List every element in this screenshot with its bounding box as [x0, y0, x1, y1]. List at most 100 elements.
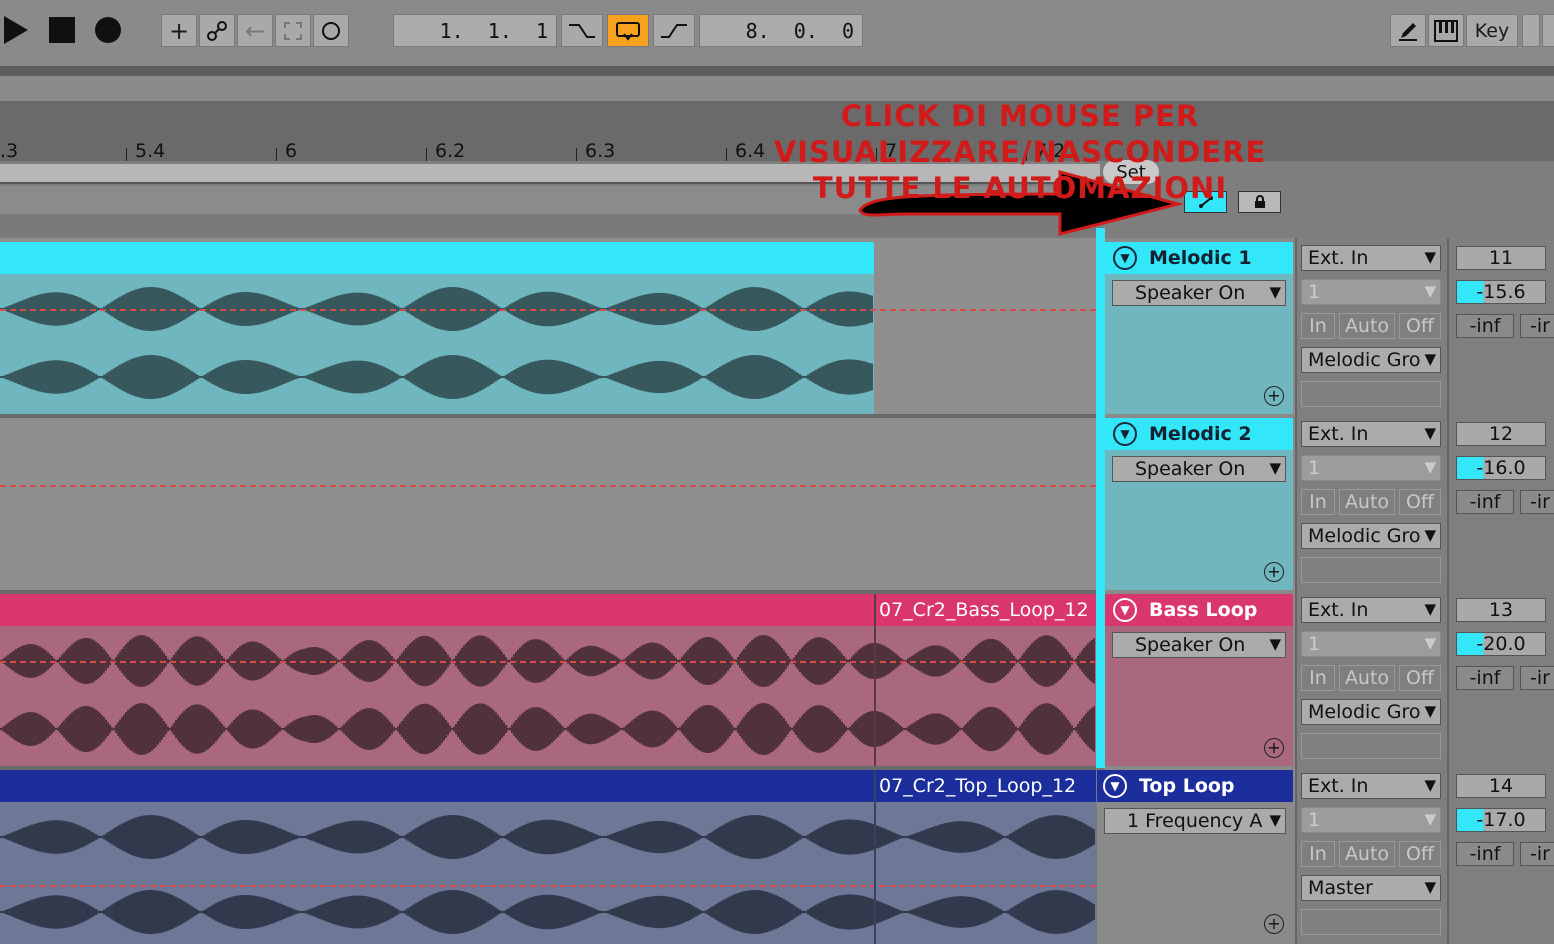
punch-in-button[interactable] [561, 14, 603, 47]
monitor-in-button[interactable]: In [1301, 313, 1335, 339]
track-pan[interactable]: -inf [1456, 314, 1514, 338]
input-channel-select[interactable]: 1 ▼ [1301, 807, 1441, 833]
track-send[interactable]: -ir [1520, 490, 1554, 514]
monitor-in-button[interactable]: In [1301, 665, 1335, 691]
record-icon[interactable] [95, 17, 121, 43]
track-pan[interactable]: -inf [1456, 490, 1514, 514]
track-header-top-loop[interactable]: ▼ Top Loop [1097, 770, 1293, 802]
punch-out-button[interactable] [653, 14, 695, 47]
output-sub-select[interactable] [1301, 381, 1441, 407]
fold-toggle-icon[interactable]: ▼ [1113, 246, 1137, 270]
track-header-melodic-2[interactable]: ▼ Melodic 2 [1105, 418, 1293, 450]
midi-keyboard-button[interactable] [1428, 14, 1464, 47]
loop-icon [616, 21, 640, 41]
monitor-off-button[interactable]: Off [1399, 313, 1441, 339]
output-sub-select[interactable] [1301, 733, 1441, 759]
capture-button[interactable] [275, 14, 311, 47]
monitor-off-button[interactable]: Off [1399, 489, 1441, 515]
loop-switch-button[interactable] [607, 14, 649, 47]
track-lane-melodic-2[interactable] [0, 418, 1096, 590]
input-channel-select[interactable]: 1 ▼ [1301, 631, 1441, 657]
track-name: Melodic 1 [1149, 247, 1252, 269]
song-position-field[interactable]: 1. 1. 1 [393, 14, 557, 47]
add-lane-icon[interactable]: + [1264, 914, 1284, 934]
dropdown-arrow-icon: ▼ [1269, 635, 1281, 653]
waveform [0, 635, 1095, 755]
add-lane-icon[interactable]: + [1264, 738, 1284, 758]
add-lane-icon[interactable]: + [1264, 562, 1284, 582]
output-select[interactable]: Melodic Gro ▼ [1301, 347, 1441, 373]
device-chooser[interactable]: Speaker On ▼ [1112, 632, 1286, 658]
clip-divider [874, 594, 876, 766]
device-chooser[interactable]: 1 Frequency A ▼ [1104, 808, 1286, 834]
transport-bar: + ← 1. 1. 1 8. 0. 0 Key [0, 0, 1554, 66]
input-type-select[interactable]: Ext. In ▼ [1301, 245, 1441, 271]
punch-out-icon [661, 23, 687, 38]
track-name: Top Loop [1139, 775, 1235, 797]
device-chooser[interactable]: Speaker On ▼ [1112, 456, 1286, 482]
track-send[interactable]: -ir [1520, 842, 1554, 866]
fold-toggle-icon[interactable]: ▼ [1103, 774, 1127, 798]
output-select[interactable]: Master ▼ [1301, 875, 1441, 901]
input-type-select[interactable]: Ext. In ▼ [1301, 421, 1441, 447]
monitor-off-button[interactable]: Off [1399, 665, 1441, 691]
add-lane-icon[interactable]: + [1264, 386, 1284, 406]
track-pan[interactable]: -inf [1456, 842, 1514, 866]
track-number[interactable]: 12 [1456, 422, 1546, 446]
waveform-path [0, 815, 1095, 859]
monitor-in-button[interactable]: In [1301, 841, 1335, 867]
monitor-auto-button[interactable]: Auto [1339, 665, 1395, 691]
dropdown-arrow-icon: ▼ [1269, 459, 1281, 477]
output-select[interactable]: Melodic Gro ▼ [1301, 523, 1441, 549]
track-send[interactable]: -ir [1520, 314, 1554, 338]
play-icon[interactable] [4, 16, 28, 44]
track-lane-bass-loop[interactable]: 07_Cr2_Bass_Loop_12 [0, 594, 1096, 766]
input-channel-select[interactable]: 1 ▼ [1301, 455, 1441, 481]
output-sub-select[interactable] [1301, 909, 1441, 935]
track-pan[interactable]: -inf [1456, 666, 1514, 690]
clip-header[interactable] [0, 242, 874, 274]
output-sub-select[interactable] [1301, 557, 1441, 583]
track-volume[interactable]: -17.0 [1456, 808, 1546, 832]
input-type-select[interactable]: Ext. In ▼ [1301, 597, 1441, 623]
loop-length-field[interactable]: 8. 0. 0 [699, 14, 863, 47]
track-volume[interactable]: -15.6 [1456, 280, 1546, 304]
track-volume[interactable]: -16.0 [1456, 456, 1546, 480]
draw-mode-button[interactable] [1390, 14, 1426, 47]
ruler-tick-label: .3 [0, 140, 19, 162]
output-name: Master [1308, 877, 1373, 899]
midi-map-button[interactable] [1542, 14, 1554, 47]
input-channel-select[interactable]: 1 ▼ [1301, 279, 1441, 305]
fold-toggle-icon[interactable]: ▼ [1113, 598, 1137, 622]
track-number[interactable]: 13 [1456, 598, 1546, 622]
stop-icon[interactable] [49, 17, 75, 43]
track-number[interactable]: 11 [1456, 246, 1546, 270]
monitor-in-button[interactable]: In [1301, 489, 1335, 515]
input-type-select[interactable]: Ext. In ▼ [1301, 773, 1441, 799]
monitor-auto-button[interactable]: Auto [1339, 489, 1395, 515]
monitor-auto-button[interactable]: Auto [1339, 841, 1395, 867]
back-to-arrangement-button[interactable]: ← [237, 14, 273, 47]
add-locator-button[interactable]: + [161, 14, 197, 47]
fold-toggle-icon[interactable]: ▼ [1113, 422, 1137, 446]
automation-arm-button[interactable] [199, 14, 235, 47]
key-map-button[interactable]: Key [1466, 14, 1518, 47]
track-header-melodic-1[interactable]: ▼ Melodic 1 [1105, 242, 1293, 274]
track-volume[interactable]: -20.0 [1456, 632, 1546, 656]
device-chooser[interactable]: Speaker On ▼ [1112, 280, 1286, 306]
track-lane-melodic-1[interactable] [0, 242, 1096, 414]
dropdown-arrow-icon: ▼ [1424, 282, 1436, 300]
track-header-bass-loop[interactable]: ▼ Bass Loop [1105, 594, 1293, 626]
track-lane-top-loop[interactable]: 07_Cr2_Top_Loop_12 [0, 770, 1096, 944]
dropdown-arrow-icon: ▼ [1424, 458, 1436, 476]
monitor-off-button[interactable]: Off [1399, 841, 1441, 867]
monitor-auto-button[interactable]: Auto [1339, 313, 1395, 339]
ruler-tick [126, 148, 127, 161]
output-select[interactable]: Melodic Gro ▼ [1301, 699, 1441, 725]
session-record-button[interactable] [313, 14, 349, 47]
dropdown-arrow-icon: ▼ [1269, 283, 1281, 301]
track-send[interactable]: -ir [1520, 666, 1554, 690]
group-track-bar[interactable] [1096, 228, 1105, 768]
track-number[interactable]: 14 [1456, 774, 1546, 798]
key-map-extra[interactable] [1522, 14, 1540, 47]
